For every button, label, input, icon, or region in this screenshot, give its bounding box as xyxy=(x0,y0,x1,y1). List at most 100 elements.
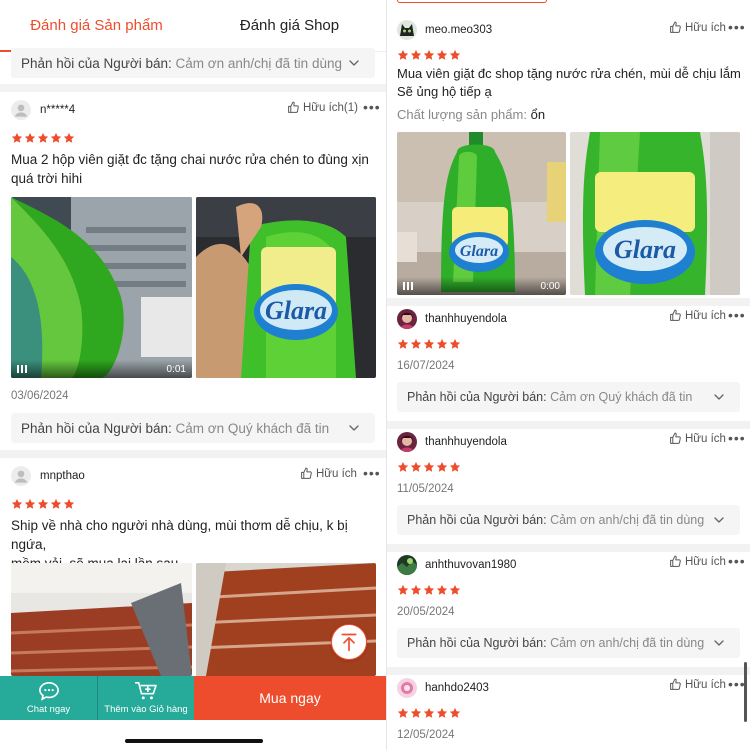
star-icon xyxy=(449,49,461,61)
chevron-down-icon[interactable] xyxy=(708,386,730,408)
more-options-icon[interactable]: ••• xyxy=(728,307,746,323)
star-icon xyxy=(410,338,422,350)
avatar[interactable] xyxy=(397,432,417,452)
chat-button[interactable]: Chat ngay xyxy=(0,676,97,720)
video-icon xyxy=(403,282,413,290)
section-divider xyxy=(387,298,750,306)
helpful-button[interactable]: Hữu ích xyxy=(669,555,726,568)
review-photo[interactable] xyxy=(11,563,192,676)
review-photo[interactable]: Glara xyxy=(570,132,740,295)
avatar[interactable] xyxy=(11,466,31,486)
more-options-icon[interactable]: ••• xyxy=(728,553,746,569)
review-date: 12/05/2024 xyxy=(397,729,455,741)
helpful-label: Hữu ích(1) xyxy=(303,101,358,114)
chevron-down-icon[interactable] xyxy=(708,632,730,654)
avatar[interactable] xyxy=(397,20,417,40)
video-controls: 0:00 xyxy=(397,277,566,295)
thumbs-up-icon xyxy=(669,309,682,322)
seller-reply-text: Cảm ơn anh/chị đã tin dùng xyxy=(550,513,705,527)
video-controls: 0:01 xyxy=(11,360,192,378)
seller-reply-collapsed[interactable]: Phản hồi của Người bán: Cảm ơn anh/chị đ… xyxy=(397,505,740,535)
section-divider xyxy=(0,84,386,92)
review-photo[interactable]: Glara xyxy=(196,197,376,378)
star-rating xyxy=(397,461,461,473)
star-icon xyxy=(449,584,461,596)
seller-reply-collapsed[interactable]: Phản hồi của Người bán: Cảm ơn Quý khách… xyxy=(11,413,375,443)
star-icon xyxy=(423,584,435,596)
more-options-icon[interactable]: ••• xyxy=(363,465,381,481)
home-indicator xyxy=(125,739,263,743)
more-options-icon[interactable]: ••• xyxy=(363,99,381,115)
quality-label: Chất lượng sản phẩm: xyxy=(397,107,527,122)
more-options-icon[interactable]: ••• xyxy=(728,19,746,35)
reviewer-name: hanhdo2403 xyxy=(425,682,489,694)
review-tabs: Đánh giá Sản phẩm Đánh giá Shop xyxy=(0,0,386,52)
star-rating xyxy=(11,132,75,144)
add-to-cart-button[interactable]: Thêm vào Giỏ hàng xyxy=(97,676,194,720)
video-icon xyxy=(17,365,27,373)
chevron-down-icon[interactable] xyxy=(343,52,365,74)
chevron-down-icon[interactable] xyxy=(343,417,365,439)
star-icon xyxy=(423,49,435,61)
reviewer-name: mnpthao xyxy=(40,470,85,482)
seller-reply-text: Cảm ơn Quý khách đã tin xyxy=(175,420,330,436)
video-duration: 0:00 xyxy=(540,280,560,292)
reviewer-name: thanhhuyendola xyxy=(425,313,507,325)
thumbs-up-icon xyxy=(287,101,300,114)
review-text-line: Sẽ ủng hộ tiếp ạ xyxy=(397,84,492,99)
chevron-down-icon[interactable] xyxy=(708,509,730,531)
tab-shop-reviews[interactable]: Đánh giá Shop xyxy=(193,0,386,51)
star-icon xyxy=(436,461,448,473)
star-rating xyxy=(397,49,461,61)
star-icon xyxy=(436,49,448,61)
more-options-icon[interactable]: ••• xyxy=(728,430,746,446)
star-rating xyxy=(397,584,461,596)
review-video-thumbnail[interactable]: Glara 0:00 xyxy=(397,132,566,295)
star-icon xyxy=(50,132,62,144)
helpful-button[interactable]: Hữu ích xyxy=(669,309,726,322)
review-video-thumbnail[interactable]: 0:01 xyxy=(11,197,192,378)
star-icon xyxy=(24,132,36,144)
avatar[interactable] xyxy=(397,555,417,575)
product-quality: Chất lượng sản phẩm: ổn xyxy=(397,107,545,122)
thumbs-up-icon xyxy=(669,678,682,691)
review-text: Mua 2 hộp viên giặt đc tặng chai nước rử… xyxy=(11,150,381,188)
star-icon xyxy=(436,338,448,350)
helpful-button[interactable]: Hữu ích xyxy=(669,432,726,445)
avatar[interactable] xyxy=(11,100,31,120)
thumbs-up-icon xyxy=(669,432,682,445)
seller-reply-collapsed[interactable]: Phản hồi của Người bán: Cảm ơn anh/chị đ… xyxy=(397,628,740,658)
star-icon xyxy=(50,498,62,510)
helpful-button[interactable]: Hữu ích xyxy=(669,21,726,34)
star-icon xyxy=(423,461,435,473)
tab-product-reviews[interactable]: Đánh giá Sản phẩm xyxy=(0,0,193,52)
helpful-button[interactable]: Hữu ích xyxy=(300,467,357,480)
review-text-line: Mua viên giặt đc shop tặng nước rửa chén… xyxy=(397,66,741,81)
buy-now-button[interactable]: Mua ngay xyxy=(194,676,386,720)
star-icon xyxy=(449,707,461,719)
add-to-cart-label: Thêm vào Giỏ hàng xyxy=(104,704,188,715)
review-text: Mua viên giặt đc shop tặng nước rửa chén… xyxy=(397,65,747,101)
avatar[interactable] xyxy=(397,678,417,698)
seller-reply-collapsed[interactable]: Phản hồi của Người bán: Cảm ơn Quý khách… xyxy=(397,382,740,412)
star-icon xyxy=(423,338,435,350)
star-icon xyxy=(410,584,422,596)
thumbs-up-icon xyxy=(669,21,682,34)
seller-reply-text: Cảm ơn anh/chị đã tin dùng xyxy=(550,636,705,650)
product-logo: Glara xyxy=(614,235,676,264)
helpful-label: Hữu ích xyxy=(316,467,357,480)
star-rating xyxy=(397,707,461,719)
section-divider xyxy=(387,421,750,429)
avatar[interactable] xyxy=(397,309,417,329)
chat-button-label: Chat ngay xyxy=(26,704,71,715)
review-text-line: quá trời hihi xyxy=(11,171,83,186)
scroll-to-top-button[interactable] xyxy=(331,624,367,660)
seller-reply-label: Phản hồi của Người bán: xyxy=(21,55,172,71)
scrollbar[interactable] xyxy=(744,662,747,722)
seller-reply-collapsed[interactable]: Phản hồi của Người bán: Cảm ơn anh/chị đ… xyxy=(11,48,375,78)
reviewer-name: thanhhuyendola xyxy=(425,436,507,448)
helpful-button[interactable]: Hữu ích(1) xyxy=(287,101,358,114)
review-text-line: Ship về nhà cho người nhà dùng, mùi thơm… xyxy=(11,518,348,552)
helpful-button[interactable]: Hữu ích xyxy=(669,678,726,691)
star-icon xyxy=(397,461,409,473)
